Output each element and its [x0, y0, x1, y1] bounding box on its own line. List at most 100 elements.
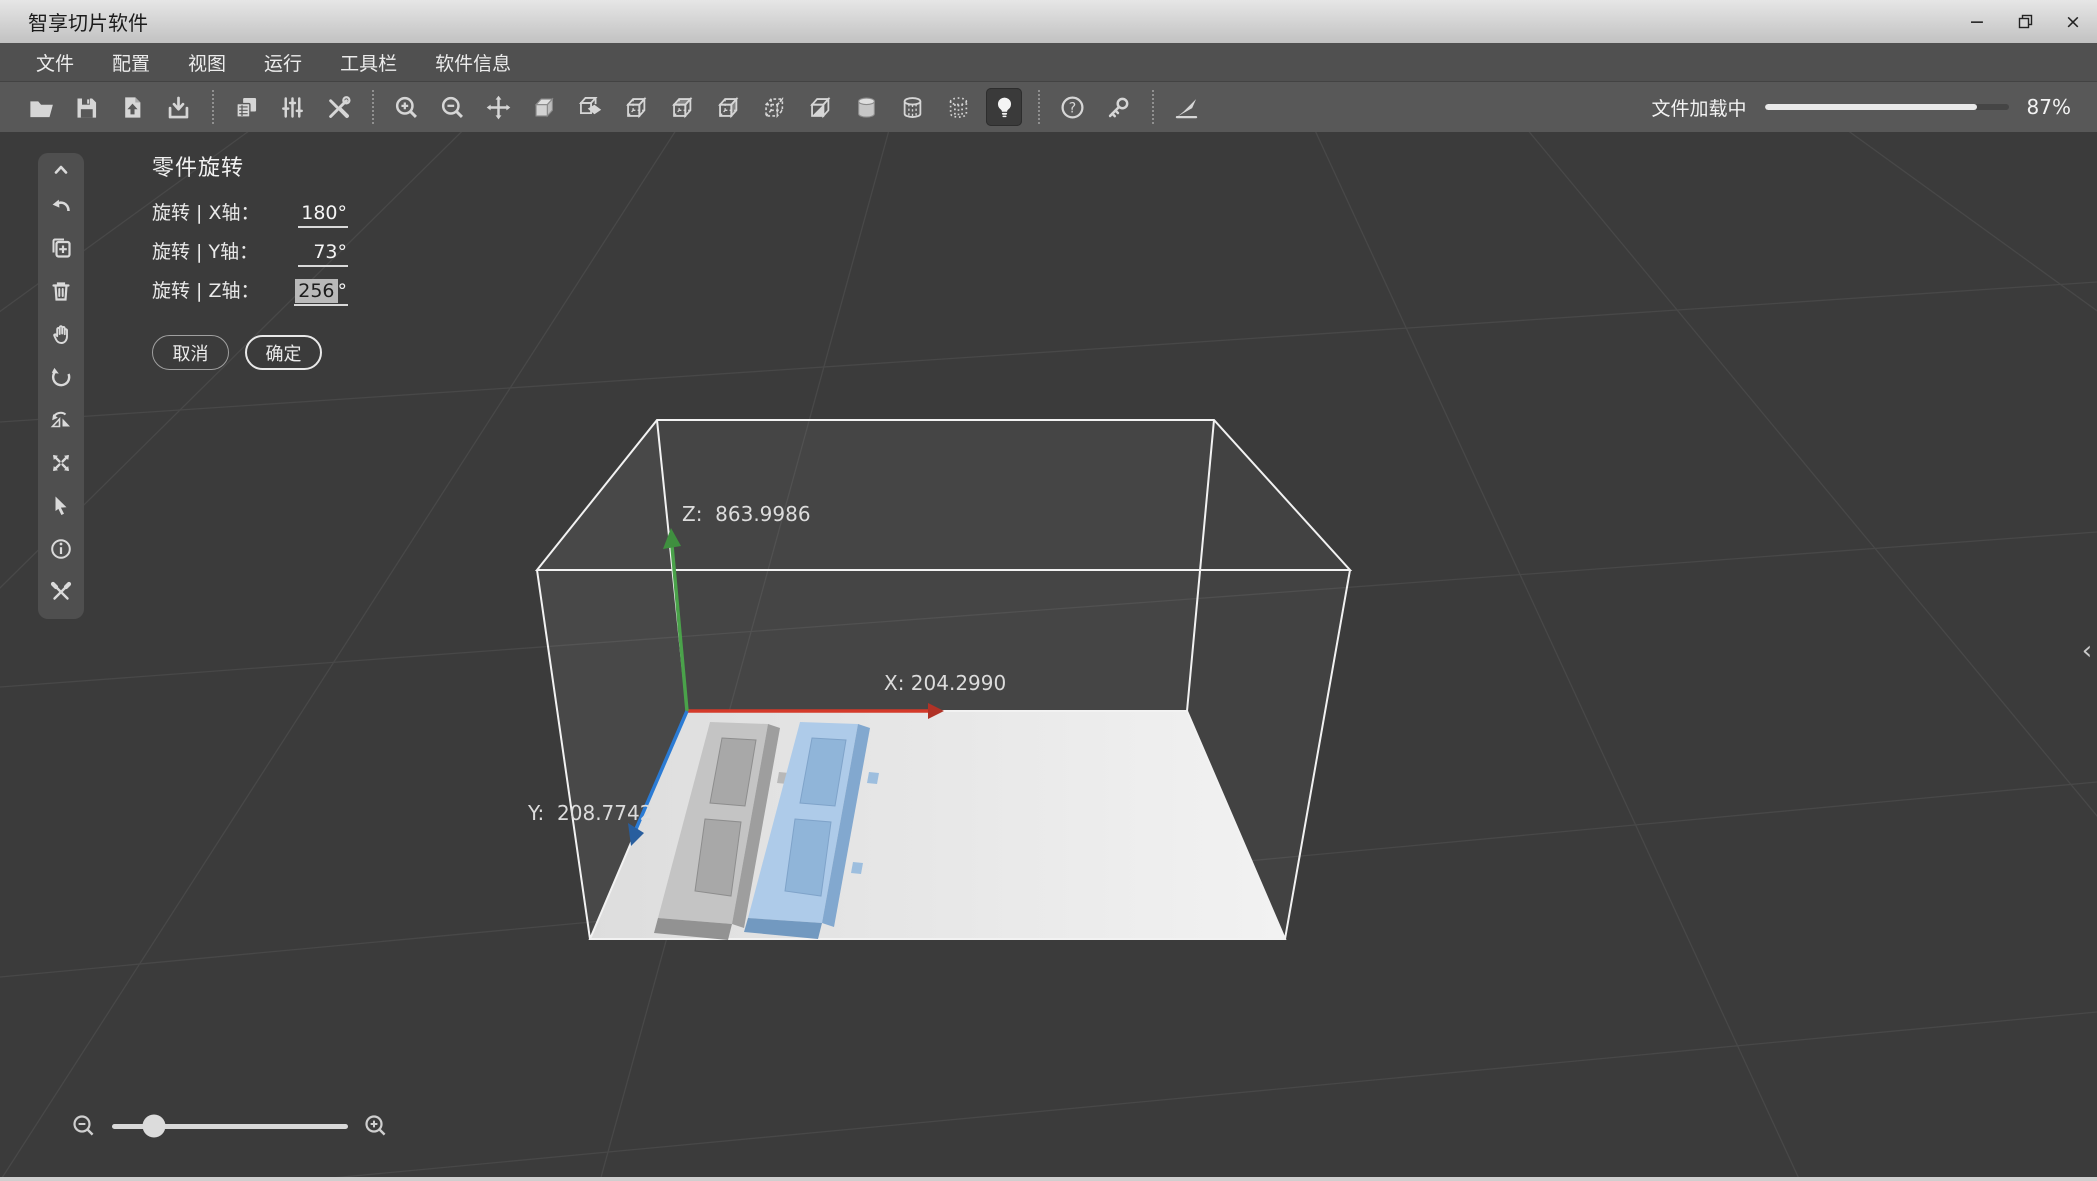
zoom-in-small-button[interactable]	[362, 1112, 390, 1140]
rotation-buttons: 取消 确定	[152, 335, 348, 370]
mirror-button[interactable]	[38, 398, 84, 441]
right-panel-collapse-chevron[interactable]: ‹	[2077, 636, 2097, 666]
chevron-up-icon	[54, 165, 68, 174]
menu-view[interactable]: 视图	[184, 47, 230, 78]
minimize-button[interactable]: −	[1953, 0, 2001, 43]
save-button[interactable]	[68, 88, 104, 126]
cube-solid-icon	[534, 97, 554, 117]
key-button[interactable]	[1100, 88, 1136, 126]
cylinder-wire-button[interactable]	[894, 88, 930, 126]
rotation-x-label: 旋转 | X轴：	[152, 202, 260, 224]
info-icon	[51, 538, 71, 559]
export-button[interactable]	[160, 88, 196, 126]
undo-icon	[52, 199, 70, 211]
menu-run[interactable]: 运行	[260, 47, 306, 78]
axis-x-label: X: 204.2990	[884, 671, 1006, 695]
lightbulb-icon	[997, 97, 1011, 117]
cube-wire-d-button[interactable]	[756, 88, 792, 126]
file-loading-status: 文件加载中 87%	[1652, 94, 2071, 121]
toolbar-separator	[1152, 90, 1154, 124]
copy-plate-button[interactable]	[228, 88, 264, 126]
export-icon	[168, 96, 188, 118]
axis-z-label: Z: 863.9986	[682, 502, 811, 526]
lightbulb-button[interactable]	[986, 88, 1022, 126]
rotation-row-x: 旋转 | X轴： 180°	[152, 198, 348, 237]
side-tool-palette	[38, 153, 84, 619]
loading-label: 文件加载中	[1651, 97, 1747, 120]
cube-wire-c-button[interactable]	[710, 88, 746, 126]
cube-wire-d-icon	[763, 96, 784, 118]
menu-toolbar[interactable]: 工具栏	[336, 47, 401, 78]
zoom-out-small-button[interactable]	[70, 1112, 98, 1140]
rotation-z-label: 旋转 | Z轴：	[152, 280, 260, 302]
app-title: 智享切片软件	[28, 11, 148, 35]
add-part-button[interactable]	[38, 226, 84, 269]
menu-file[interactable]: 文件	[32, 47, 78, 78]
loading-progress-fill	[1764, 104, 1977, 110]
minimize-icon: −	[1969, 10, 1985, 33]
import-button[interactable]	[114, 88, 150, 126]
repair-button[interactable]	[38, 570, 84, 613]
rotation-row-z: 旋转 | Z轴： 256 °	[152, 276, 348, 315]
key-icon	[1108, 97, 1128, 117]
zoom-in-button[interactable]	[388, 88, 424, 126]
rotation-row-y: 旋转 | Y轴： 73°	[152, 237, 348, 276]
move-button[interactable]	[480, 88, 516, 126]
copy-plate-icon	[235, 97, 256, 118]
cube-wire-b-button[interactable]	[664, 88, 700, 126]
rotation-x-input[interactable]: 180°	[298, 202, 348, 228]
rotation-z-input[interactable]: 256 °	[294, 279, 348, 306]
blade-icon	[1175, 98, 1197, 118]
tools-icon	[328, 95, 351, 118]
zoom-out-button[interactable]	[434, 88, 470, 126]
cube-unfold-button[interactable]	[572, 88, 608, 126]
cylinder-points-button[interactable]	[940, 88, 976, 126]
menu-bar: 文件 配置 视图 运行 工具栏 软件信息	[0, 43, 2097, 82]
cube-wire-c-icon	[717, 96, 738, 118]
confirm-button[interactable]: 确定	[245, 335, 322, 370]
hand-icon	[53, 324, 68, 344]
open-file-button[interactable]	[22, 88, 58, 126]
mirror-icon	[50, 411, 70, 427]
zoom-in-icon	[395, 96, 417, 118]
rotation-y-input[interactable]: 73°	[298, 241, 348, 267]
select-button[interactable]	[38, 484, 84, 527]
close-icon: ×	[2065, 10, 2081, 33]
menu-about[interactable]: 软件信息	[431, 47, 515, 78]
delete-button[interactable]	[38, 269, 84, 312]
viewport-zoom-control	[70, 1112, 390, 1140]
sliders-button[interactable]	[274, 88, 310, 126]
bottom-edge-strip	[0, 1177, 2097, 1181]
close-button[interactable]: ×	[2049, 0, 2097, 43]
undo-button[interactable]	[38, 183, 84, 226]
loading-progress-bar	[1764, 104, 2009, 110]
pan-button[interactable]	[38, 312, 84, 355]
selected-text: 256	[295, 279, 338, 303]
rotate-view-button[interactable]	[38, 355, 84, 398]
fit-view-button[interactable]	[38, 441, 84, 484]
crossed-tools-icon	[50, 581, 72, 600]
zoom-out-icon	[441, 96, 463, 118]
cursor-icon	[55, 496, 67, 515]
cylinder-points-icon	[949, 96, 967, 118]
cylinder-solid-button[interactable]	[848, 88, 884, 126]
cube-wire-a-button[interactable]	[618, 88, 654, 126]
help-button[interactable]: ?	[1054, 88, 1090, 126]
blade-button[interactable]	[1168, 88, 1204, 126]
add-part-icon	[52, 238, 71, 258]
menu-config[interactable]: 配置	[108, 47, 154, 78]
cube-wire-b-icon	[671, 96, 692, 118]
cube-wire-a-icon	[625, 96, 646, 118]
info-button[interactable]	[38, 527, 84, 570]
cube-half-button[interactable]	[802, 88, 838, 126]
zoom-slider-track[interactable]	[112, 1114, 348, 1138]
restore-button[interactable]	[2001, 0, 2049, 43]
cube-solid-button[interactable]	[526, 88, 562, 126]
cancel-button[interactable]: 取消	[152, 335, 229, 370]
palette-collapse-button[interactable]	[38, 155, 84, 183]
toolbar-separator	[212, 90, 214, 124]
tools-button[interactable]	[320, 88, 356, 126]
save-icon	[77, 98, 96, 118]
cylinder-wire-icon	[903, 96, 921, 118]
zoom-slider-handle[interactable]	[142, 1114, 166, 1138]
